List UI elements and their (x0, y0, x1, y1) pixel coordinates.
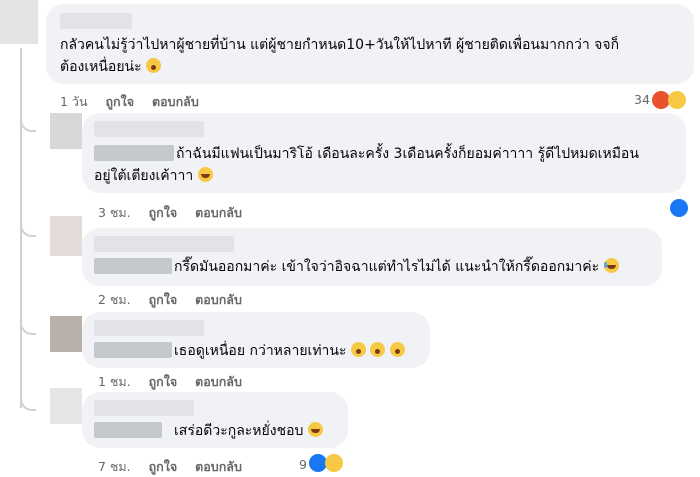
avatar[interactable] (50, 113, 82, 149)
grinning-emoji-icon (307, 422, 323, 437)
tagged-name[interactable] (94, 422, 162, 438)
thread-connector (20, 318, 36, 335)
rolling-laughing-emoji-icon (603, 258, 619, 273)
comment-text: เธอดูเหนื่อย กว่าหลายเท่านะ (174, 340, 405, 362)
comment-bubble: ถ้าฉันมีแฟนเป็นมาริโอ้ เดือนละครั้ง 3เดื… (82, 113, 686, 193)
avatar[interactable] (50, 316, 82, 352)
comment-text: ต้องเหนื่อยน่ะ (60, 56, 162, 78)
avatar[interactable] (0, 0, 38, 44)
haha-reaction-icon[interactable] (668, 91, 686, 109)
comment-text: เสร่อดีวะกูละหยั่งชอบ (174, 420, 323, 442)
grinning-emoji-icon (197, 167, 213, 182)
commenter-name[interactable] (94, 236, 234, 252)
astonished-emoji-icon (350, 342, 366, 357)
comment-actions: 1 วัน ถูกใจ ตอบกลับ (60, 92, 213, 112)
commenter-name[interactable] (94, 121, 204, 137)
avatar[interactable] (50, 216, 82, 256)
comment-actions: 3 ชม. ถูกใจ ตอบกลับ (98, 203, 256, 223)
timestamp[interactable]: 7 ชม. (98, 459, 131, 474)
astonished-emoji-icon (146, 58, 162, 73)
comment-text: อยู่ใต้เตียงเค้าาา (94, 165, 213, 187)
timestamp[interactable]: 1 ชม. (98, 374, 131, 389)
astonished-emoji-icon (370, 342, 386, 357)
comment-actions: 7 ชม. ถูกใจ ตอบกลับ (98, 457, 256, 477)
comment-text: กรี๊ดมันออกมาค่ะ เข้าใจว่าอิจฉาแต่ทำไรไม… (174, 256, 619, 278)
reply-button[interactable]: ตอบกลับ (195, 205, 242, 220)
timestamp[interactable]: 1 วัน (60, 94, 88, 109)
timestamp[interactable]: 3 ชม. (98, 205, 131, 220)
reply-button[interactable]: ตอบกลับ (195, 374, 242, 389)
thread-connector (20, 393, 36, 411)
comment-bubble: เธอดูเหนื่อย กว่าหลายเท่านะ (82, 312, 430, 368)
avatar[interactable] (50, 388, 82, 424)
comment-bubble: กรี๊ดมันออกมาค่ะ เข้าใจว่าอิจฉาแต่ทำไรไม… (82, 228, 662, 286)
comment-bubble: กลัวคนไม่รู้ว่าไปหาผู้ชายที่บ้าน แต่ผู้ช… (46, 4, 694, 84)
comment-actions: 1 ชม. ถูกใจ ตอบกลับ (98, 372, 256, 392)
commenter-name[interactable] (60, 13, 132, 29)
reply-button[interactable]: ตอบกลับ (152, 94, 199, 109)
like-button[interactable]: ถูกใจ (149, 459, 178, 474)
comment-text: กลัวคนไม่รู้ว่าไปหาผู้ชายที่บ้าน แต่ผู้ช… (60, 37, 620, 53)
haha-reaction-icon[interactable] (325, 454, 343, 472)
like-button[interactable]: ถูกใจ (149, 205, 178, 220)
reply-button[interactable]: ตอบกลับ (195, 459, 242, 474)
reaction-count[interactable]: 34 (634, 92, 650, 107)
timestamp[interactable]: 2 ชม. (98, 292, 131, 307)
reply-button[interactable]: ตอบกลับ (195, 292, 242, 307)
commenter-name[interactable] (94, 400, 194, 416)
like-button[interactable]: ถูกใจ (149, 292, 178, 307)
commenter-name[interactable] (94, 320, 204, 336)
thread-connector (20, 115, 36, 132)
like-reaction-icon[interactable] (670, 199, 688, 217)
comment-text: ถ้าฉันมีแฟนเป็นมาริโอ้ เดือนละครั้ง 3เดื… (176, 146, 639, 162)
tagged-name[interactable] (94, 145, 174, 161)
comment-actions: 2 ชม. ถูกใจ ตอบกลับ (98, 290, 256, 310)
tagged-name[interactable] (94, 258, 172, 274)
like-button[interactable]: ถูกใจ (149, 374, 178, 389)
like-button[interactable]: ถูกใจ (105, 94, 134, 109)
tagged-name[interactable] (94, 342, 172, 358)
astonished-emoji-icon (389, 342, 405, 357)
reaction-count[interactable]: 9 (299, 457, 307, 472)
thread-connector (20, 220, 36, 237)
comment-bubble: เสร่อดีวะกูละหยั่งชอบ (82, 392, 348, 448)
